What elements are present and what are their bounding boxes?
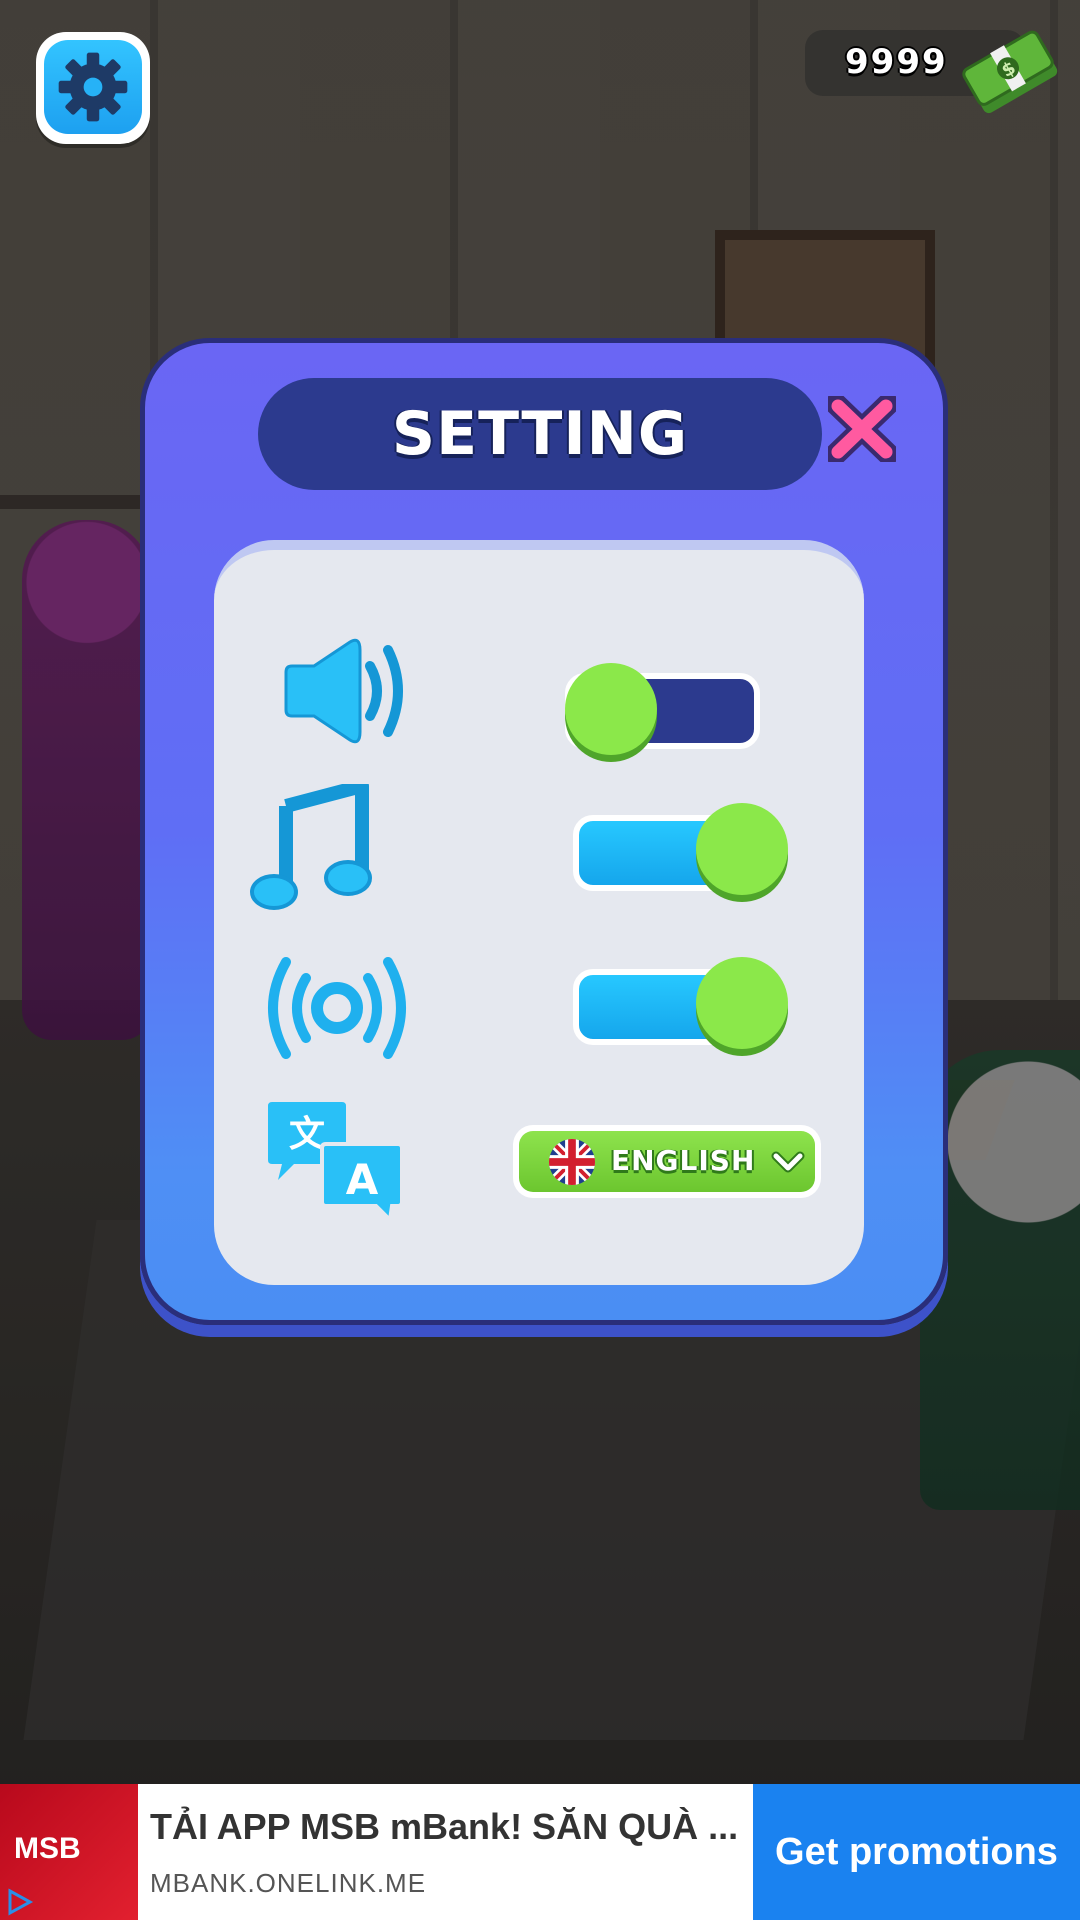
translate-icon: 文 A xyxy=(264,1100,406,1226)
language-label: ENGLISH xyxy=(611,1144,756,1177)
settings-button[interactable] xyxy=(36,32,150,144)
ad-brand: MSB xyxy=(14,1832,81,1865)
ad-title: TẢI APP MSB mBank! SĂN QUÀ ... xyxy=(150,1806,739,1847)
vibration-icon xyxy=(266,954,408,1066)
coin-count: 9999 xyxy=(845,42,948,82)
uk-flag-icon xyxy=(549,1139,595,1185)
close-x-icon xyxy=(825,393,899,465)
speaker-icon xyxy=(280,636,408,750)
sound-toggle-knob xyxy=(565,663,657,755)
music-note-icon xyxy=(250,779,376,918)
ad-logo: MSB xyxy=(0,1784,138,1920)
ad-choices-play-icon[interactable] xyxy=(6,1888,34,1916)
cash-stack-icon: $ xyxy=(955,18,1063,122)
ad-url: MBANK.ONELINK.ME xyxy=(150,1868,427,1898)
dialog-title: SETTING xyxy=(391,399,689,469)
sound-toggle[interactable] xyxy=(565,663,765,763)
chevron-down-icon xyxy=(771,1151,805,1173)
language-dropdown[interactable]: ENGLISH xyxy=(513,1125,821,1198)
close-button[interactable] xyxy=(825,393,899,465)
ad-banner[interactable]: MSB TẢI APP MSB mBank! SĂN QUÀ ... MBANK… xyxy=(0,1784,1080,1920)
dialog-title-bar: SETTING xyxy=(258,378,822,490)
music-toggle[interactable] xyxy=(573,803,788,903)
music-toggle-knob xyxy=(696,803,788,895)
svg-text:A: A xyxy=(346,1155,379,1204)
vibration-toggle-knob xyxy=(696,957,788,1049)
svg-text:文: 文 xyxy=(289,1114,325,1155)
gear-icon xyxy=(44,40,142,134)
vibration-toggle[interactable] xyxy=(573,957,788,1057)
ad-cta-button[interactable]: Get promotions xyxy=(753,1784,1080,1920)
